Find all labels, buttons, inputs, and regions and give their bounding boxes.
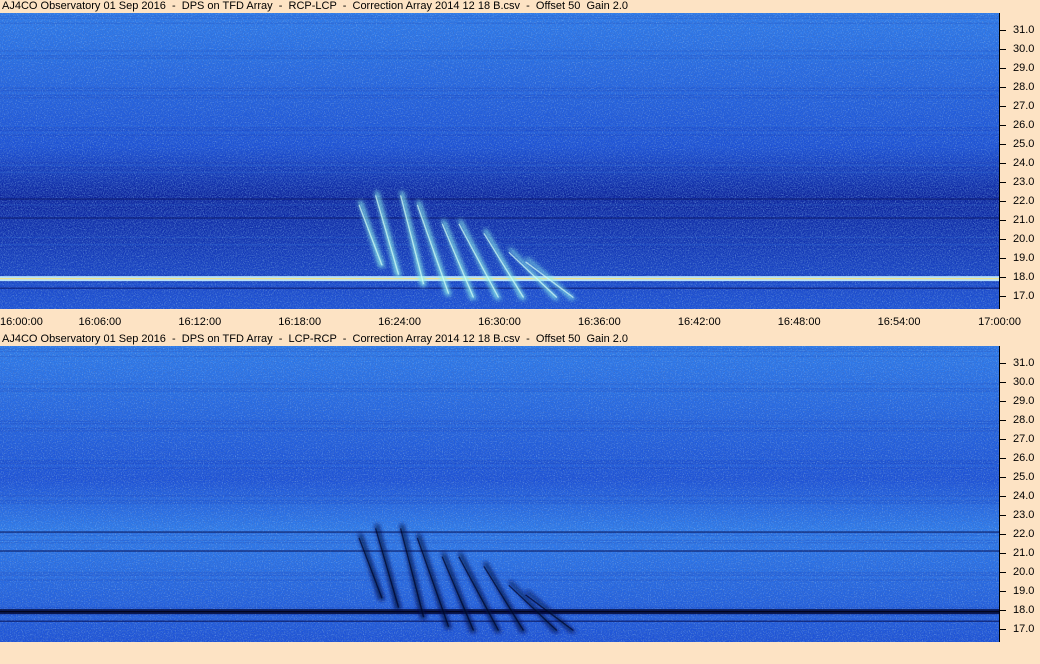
interference-line-core — [0, 278, 999, 280]
y-tick-label: 25.0 — [1013, 137, 1035, 150]
y-tick-label: 18.0 — [1013, 603, 1035, 616]
y-tick-label: 29.0 — [1013, 62, 1035, 74]
y-tick-mark — [1000, 87, 1006, 88]
y-tick-label: 28.0 — [1013, 81, 1035, 93]
x-tick-label: 16:12:00 — [178, 316, 222, 328]
y-tick-label: 17.0 — [1013, 289, 1035, 302]
noise-light — [0, 13, 999, 309]
interference-line — [0, 550, 999, 552]
y-tick-label: 30.0 — [1013, 43, 1035, 56]
y-tick-label: 19.0 — [1013, 584, 1035, 597]
y-tick-label: 20.0 — [1013, 565, 1035, 578]
y-tick-mark — [1000, 382, 1006, 384]
top-frequency-axis: 31.0 30.0 29.0 28.0 27.0 26.0 25.0 24.0 23.0 22.0… — [1000, 13, 1040, 309]
interference-line — [0, 620, 999, 622]
y-tick-label: 22.0 — [1013, 194, 1035, 207]
y-tick-mark — [1000, 143, 1006, 145]
y-tick-mark — [1000, 457, 1006, 459]
bottom-chart-title: AJ4CO Observatory 01 Sep 2016 - DPS on T… — [2, 333, 629, 345]
y-tick-label: 29.0 — [1013, 395, 1035, 407]
y-tick-label: 22.0 — [1013, 527, 1035, 540]
y-tick-label: 27.0 — [1013, 100, 1035, 112]
bottom-frequency-axis: 31.0 30.0 29.0 28.0 27.0 26.0 25.0 24.0 23.0 22.0… — [1000, 346, 1040, 642]
y-tick-mark — [1000, 495, 1006, 497]
y-tick-label: 31.0 — [1013, 357, 1035, 370]
y-tick-mark — [1000, 49, 1006, 51]
y-tick-label: 23.0 — [1013, 508, 1035, 521]
y-tick-mark — [1000, 552, 1006, 554]
x-tick-label: 17:00:00 — [978, 316, 1021, 328]
x-tick-label: 16:06:00 — [78, 316, 122, 328]
y-tick-label: 25.0 — [1013, 470, 1035, 483]
y-tick-label: 27.0 — [1013, 433, 1035, 445]
y-tick-mark — [1000, 181, 1006, 183]
y-tick-mark — [1000, 162, 1006, 164]
y-tick-mark — [1000, 628, 1006, 630]
y-tick-mark — [1000, 439, 1006, 440]
y-tick-label: 17.0 — [1013, 622, 1035, 635]
interference-line — [0, 217, 999, 219]
y-tick-label: 19.0 — [1013, 251, 1035, 264]
y-tick-mark — [1000, 106, 1006, 107]
bottom-spectrogram — [0, 346, 1000, 642]
y-tick-label: 28.0 — [1013, 414, 1035, 426]
noise-light — [0, 346, 999, 642]
y-tick-label: 24.0 — [1013, 489, 1035, 502]
interference-line — [0, 287, 999, 289]
y-tick-mark — [1000, 401, 1006, 402]
y-tick-mark — [1000, 68, 1006, 69]
y-tick-mark — [1000, 124, 1006, 126]
y-tick-label: 21.0 — [1013, 546, 1035, 559]
y-tick-mark — [1000, 590, 1006, 592]
y-tick-mark — [1000, 420, 1006, 421]
x-tick-label: 16:36:00 — [577, 316, 621, 328]
y-tick-label: 18.0 — [1013, 270, 1035, 283]
y-tick-mark — [1000, 363, 1006, 365]
y-tick-mark — [1000, 609, 1006, 611]
time-axis: 16:00:00 16:06:00 16:12:00 16:18:00 16:24:00… — [0, 313, 1040, 329]
y-tick-mark — [1000, 30, 1006, 32]
bottom-spectrogram-svg — [0, 346, 999, 642]
interference-line — [0, 531, 999, 533]
x-tick-label: 16:24:00 — [378, 316, 422, 328]
y-tick-label: 20.0 — [1013, 232, 1035, 245]
x-tick-label: 16:42:00 — [677, 316, 721, 328]
y-tick-mark — [1000, 200, 1006, 202]
y-tick-label: 31.0 — [1013, 24, 1035, 37]
y-tick-mark — [1000, 219, 1006, 221]
y-tick-mark — [1000, 476, 1006, 478]
x-tick-label: 16:54:00 — [877, 316, 921, 328]
top-spectrogram — [0, 13, 1000, 309]
x-tick-label: 16:30:00 — [478, 316, 521, 328]
top-chart-title: AJ4CO Observatory 01 Sep 2016 - DPS on T… — [2, 0, 629, 12]
x-tick-label: 16:00:00 — [0, 316, 43, 328]
interference-line — [0, 198, 999, 200]
y-tick-label: 26.0 — [1013, 118, 1035, 131]
y-tick-mark — [1000, 238, 1006, 240]
y-tick-mark — [1000, 295, 1006, 297]
y-tick-label: 24.0 — [1013, 156, 1035, 169]
interference-line-core — [0, 611, 999, 613]
y-tick-label: 23.0 — [1013, 175, 1035, 188]
y-tick-mark — [1000, 514, 1006, 516]
y-tick-label: 21.0 — [1013, 213, 1035, 226]
y-tick-label: 30.0 — [1013, 376, 1035, 389]
y-tick-mark — [1000, 533, 1006, 535]
x-tick-label: 16:18:00 — [278, 316, 322, 328]
top-spectrogram-svg — [0, 13, 999, 309]
y-tick-label: 26.0 — [1013, 451, 1035, 464]
y-tick-mark — [1000, 257, 1006, 259]
x-tick-label: 16:48:00 — [777, 316, 821, 328]
y-tick-mark — [1000, 571, 1006, 573]
y-tick-mark — [1000, 276, 1006, 278]
